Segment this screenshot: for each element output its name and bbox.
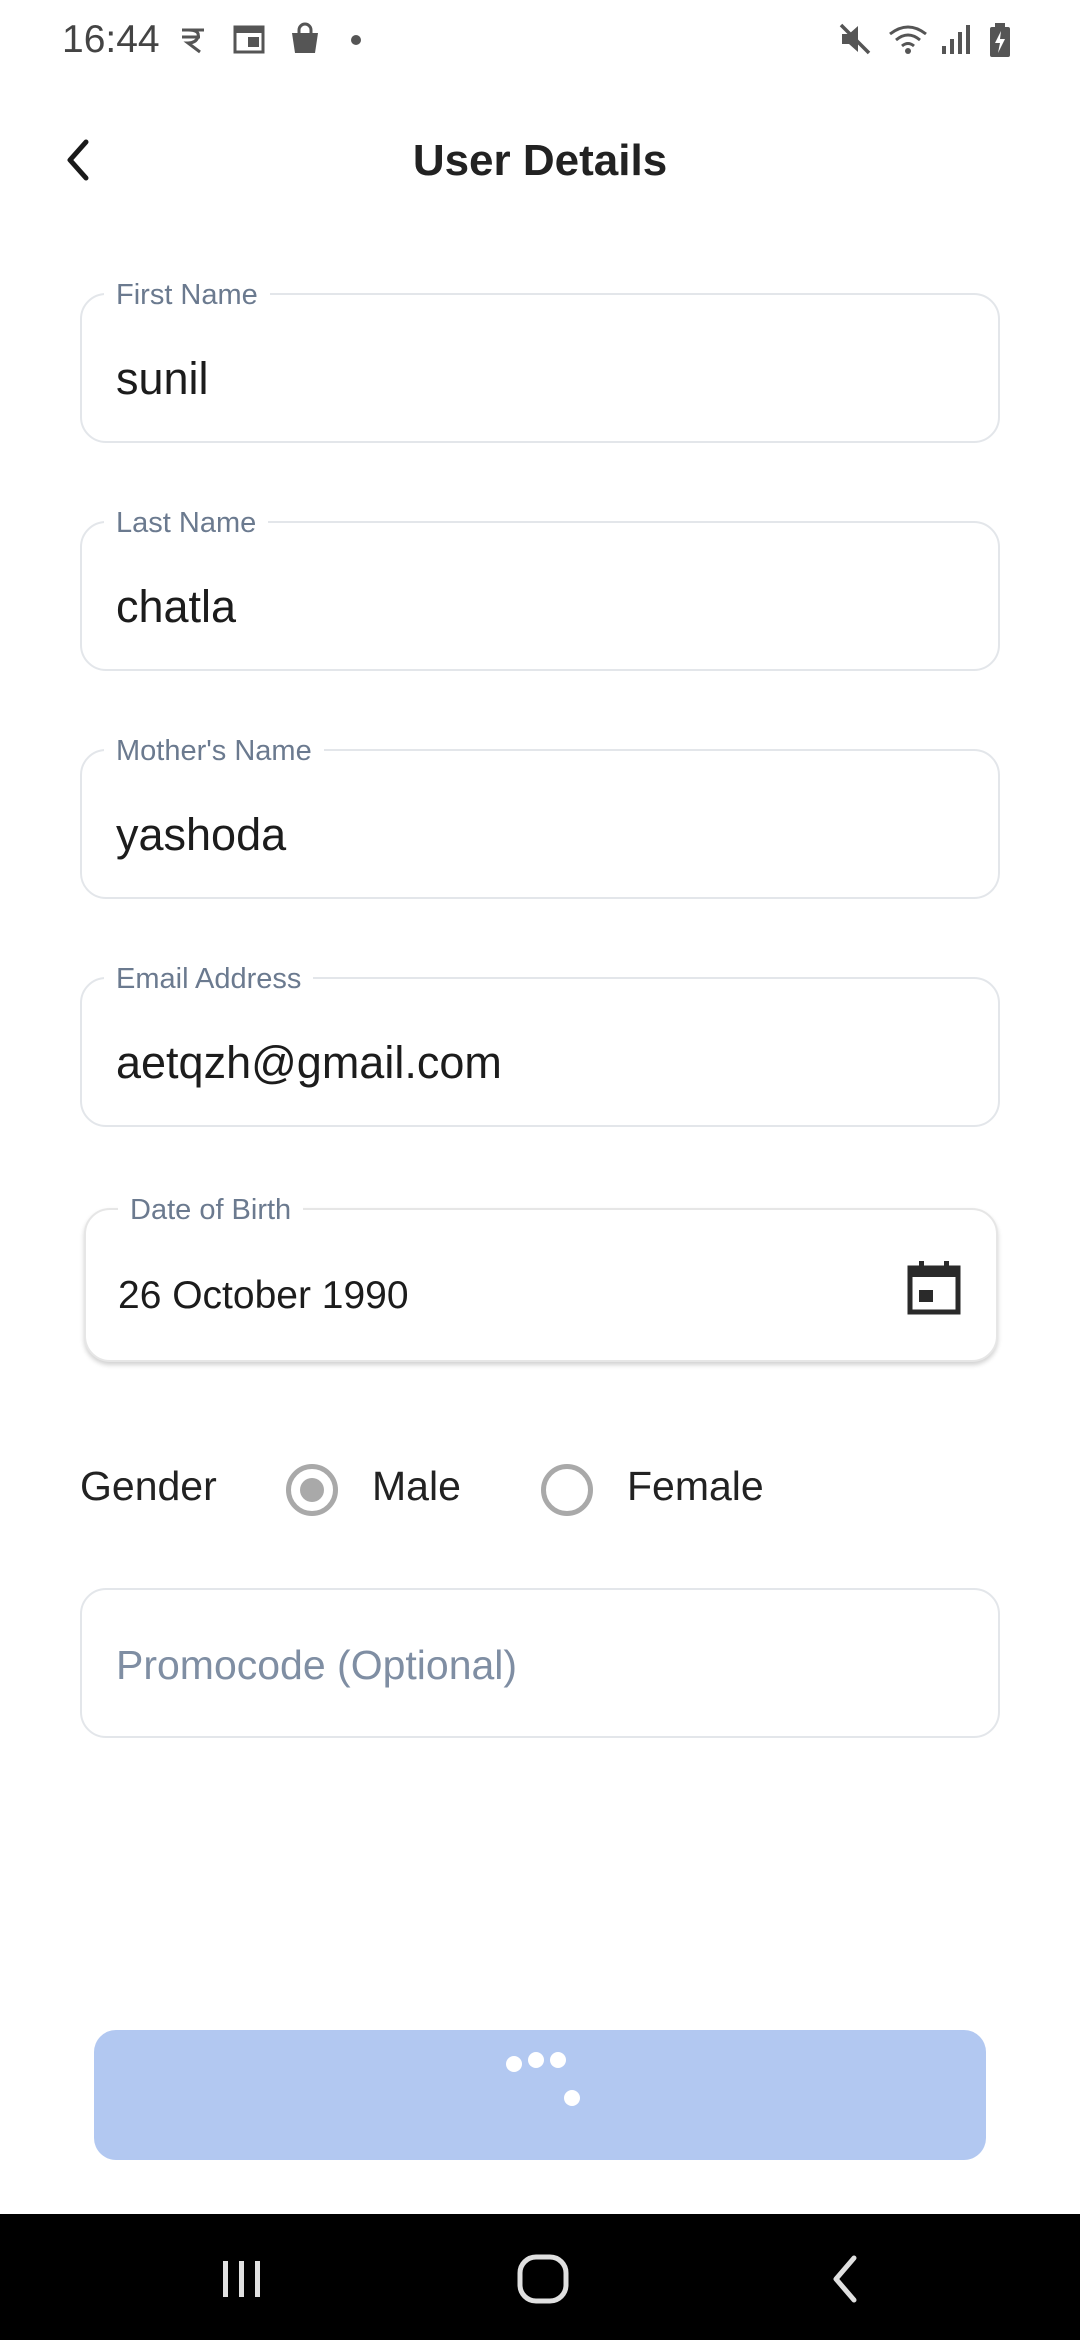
status-left-icons: [176, 22, 378, 56]
gender-male-radio[interactable]: [286, 1464, 338, 1516]
promocode-field[interactable]: [80, 1588, 1000, 1738]
nav-back-button[interactable]: [806, 2244, 886, 2314]
promocode-input[interactable]: [116, 1630, 956, 1700]
rupee-icon: [176, 22, 210, 56]
calendar-button[interactable]: [904, 1258, 964, 1318]
calendar-widget-icon: [232, 22, 266, 56]
first-name-field[interactable]: First Name sunil: [80, 278, 1000, 443]
email-value[interactable]: aetqzh@gmail.com: [116, 1037, 502, 1089]
date-of-birth-field[interactable]: Date of Birth 26 October 1990: [84, 1193, 998, 1362]
page-title: User Details: [412, 136, 668, 185]
dot-icon: [344, 22, 378, 56]
date-of-birth-value[interactable]: 26 October 1990: [118, 1270, 409, 1322]
status-time: 16:44: [62, 18, 160, 61]
last-name-label: Last Name: [104, 506, 269, 540]
submit-button[interactable]: [94, 2030, 986, 2160]
mothers-name-field[interactable]: Mother's Name yashoda: [80, 734, 1000, 899]
status-right-icons: [838, 22, 1022, 57]
recent-apps-icon: [223, 2261, 260, 2297]
wifi-icon: [888, 22, 927, 56]
home-button[interactable]: [503, 2244, 583, 2314]
email-label: Email Address: [104, 962, 314, 996]
recent-apps-button[interactable]: [202, 2244, 282, 2314]
home-icon: [517, 2254, 569, 2304]
first-name-value[interactable]: sunil: [116, 353, 209, 405]
date-of-birth-label: Date of Birth: [118, 1193, 304, 1227]
mothers-name-label: Mother's Name: [104, 734, 324, 768]
first-name-label: First Name: [104, 278, 270, 312]
last-name-field[interactable]: Last Name chatla: [80, 506, 1000, 671]
back-icon: [833, 2255, 857, 2303]
gender-female-radio[interactable]: [541, 1464, 593, 1516]
last-name-value[interactable]: chatla: [116, 581, 236, 633]
system-nav-bar: [0, 2214, 1080, 2340]
app-bar: User Details: [0, 110, 1080, 210]
status-bar: 16:44: [0, 0, 1080, 84]
mothers-name-value[interactable]: yashoda: [116, 809, 286, 861]
shopping-bag-icon: [288, 22, 322, 56]
gender-row: Gender Male Female: [80, 1455, 1000, 1525]
mute-icon: [838, 22, 872, 56]
email-field[interactable]: Email Address aetqzh@gmail.com: [80, 962, 1000, 1127]
gender-female-label[interactable]: Female: [627, 1463, 764, 1510]
battery-icon: [988, 22, 1022, 57]
signal-icon: [938, 22, 972, 56]
calendar-icon: [907, 1261, 961, 1315]
gender-label: Gender: [80, 1463, 217, 1509]
gender-male-label[interactable]: Male: [372, 1463, 461, 1510]
